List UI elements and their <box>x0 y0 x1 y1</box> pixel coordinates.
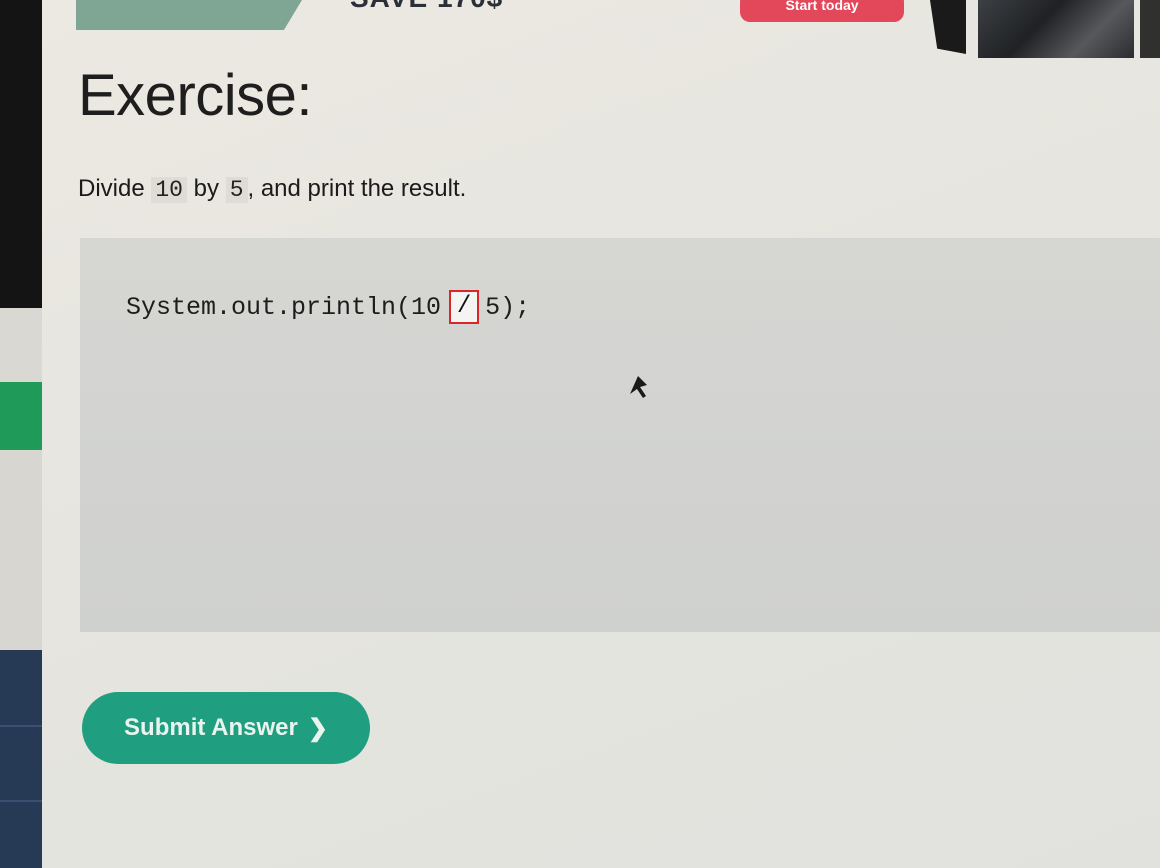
chevron-right-icon: ❯ <box>307 714 328 742</box>
sidebar-footer <box>0 650 42 868</box>
submit-answer-label: Submit Answer <box>124 714 298 741</box>
code-text: 5); <box>485 292 531 322</box>
sidebar-section <box>0 450 42 650</box>
promo-banner-text: SAVE 170$ <box>350 0 503 13</box>
instruction-text: Divide <box>78 175 145 202</box>
instruction-text: , and print the result. <box>247 175 467 202</box>
mouse-cursor-icon <box>630 376 647 398</box>
instruction-code: 10 <box>151 177 187 203</box>
sidebar-divider <box>0 725 42 727</box>
answer-input[interactable]: / <box>449 290 480 324</box>
submit-answer-button[interactable]: Submit Answer ❯ <box>82 692 370 764</box>
code-text: System.out.println(10 <box>126 292 442 322</box>
ad-image-edge <box>930 0 966 54</box>
ad-image-edge <box>1140 0 1160 58</box>
instruction-text: by <box>193 175 220 202</box>
exercise-title: Exercise: <box>78 63 313 128</box>
sidebar-dark-section <box>0 0 42 308</box>
instruction-code: 5 <box>225 177 248 203</box>
ad-image <box>978 0 1134 58</box>
code-line: System.out.println(10 / 5); <box>126 290 530 324</box>
sidebar-divider <box>0 800 42 802</box>
top-nav-tab[interactable] <box>76 0 302 30</box>
sidebar-light-section <box>0 308 42 382</box>
exercise-instruction: Divide 10 by 5, and print the result. <box>78 175 466 203</box>
start-today-button[interactable]: Start today <box>740 0 904 22</box>
screen: SAVE 170$ Start today Exercise: Divide 1… <box>0 0 1160 868</box>
sidebar-active-item[interactable] <box>0 382 42 450</box>
